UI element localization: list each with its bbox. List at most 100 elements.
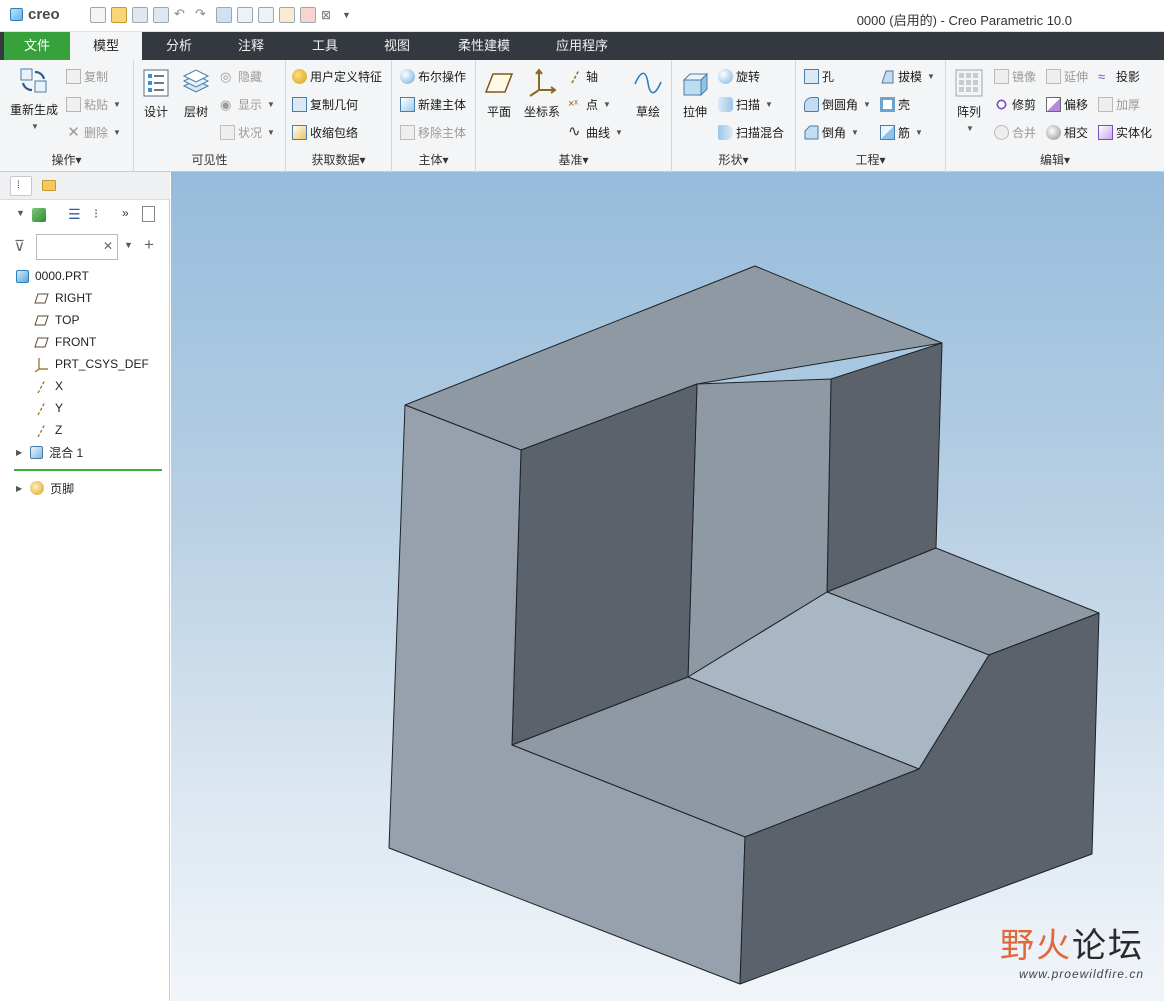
tab-applications[interactable]: 应用程序 xyxy=(542,32,622,60)
windows-icon[interactable] xyxy=(258,7,274,23)
group-shapes-label[interactable]: 形状▾ xyxy=(672,151,795,168)
switch-window-icon[interactable] xyxy=(237,7,253,23)
rib-button[interactable]: 筋 ▼ xyxy=(880,124,923,141)
revolve-button[interactable]: 旋转 xyxy=(718,68,760,85)
trim-button[interactable]: 修剪 xyxy=(994,96,1036,113)
tree-item-right[interactable]: RIGHT xyxy=(34,288,92,308)
draft-button[interactable]: 拔模 ▼ xyxy=(880,68,935,85)
folder-browser-tab[interactable] xyxy=(38,176,60,196)
close-icon[interactable]: ⊠ xyxy=(321,7,337,23)
part-view-icon[interactable] xyxy=(32,208,46,222)
offset-button[interactable]: 偏移 xyxy=(1046,96,1088,113)
copy-button[interactable]: 复制 xyxy=(66,68,108,85)
undo-icon[interactable]: ↶ xyxy=(174,7,190,23)
round-button[interactable]: 倒圆角 ▼ xyxy=(804,96,871,113)
group-engineering-label[interactable]: 工程▾ xyxy=(796,151,945,168)
extrude-button[interactable]: 拉伸 xyxy=(678,68,712,120)
tree-search-input[interactable]: ✕ xyxy=(36,234,118,260)
tab-model[interactable]: 模型 xyxy=(70,32,142,60)
shell-button[interactable]: 壳 xyxy=(880,96,910,113)
copy-icon xyxy=(66,69,81,84)
curve-button[interactable]: ∿ 曲线 ▼ xyxy=(568,124,623,141)
project-icon: ≈ xyxy=(1098,69,1106,84)
regenerate-icon[interactable] xyxy=(216,7,232,23)
hole-button[interactable]: 孔 xyxy=(804,68,834,85)
group-get-data-label[interactable]: 获取数据▾ xyxy=(286,151,391,168)
search-dropdown-icon[interactable]: ▼ xyxy=(124,240,133,250)
tree-item-x[interactable]: X xyxy=(34,376,63,396)
tree-filter-icon[interactable]: ☰ xyxy=(68,206,81,223)
new-icon[interactable] xyxy=(90,7,106,23)
group-datum-label[interactable]: 基准▾ xyxy=(476,151,671,168)
customize-icon[interactable]: ▼ xyxy=(342,7,358,23)
edit-icon[interactable] xyxy=(279,7,295,23)
point-button[interactable]: ×ˣ 点 ▼ xyxy=(568,96,611,113)
more-icon[interactable]: » xyxy=(122,206,129,220)
solidify-button[interactable]: 实体化 xyxy=(1098,124,1152,141)
design-button[interactable]: 设计 xyxy=(140,68,172,120)
new-body-button[interactable]: 新建主体 xyxy=(400,96,466,113)
expand-arrow-icon[interactable]: ▶ xyxy=(16,484,22,493)
tree-columns-icon[interactable]: ⁝ xyxy=(94,206,98,222)
clear-search-icon[interactable]: ✕ xyxy=(103,239,113,253)
group-editing-label[interactable]: 编辑▾ xyxy=(946,151,1164,168)
udf-button[interactable]: 用户定义特征 xyxy=(292,68,382,85)
plane-button[interactable]: 平面 xyxy=(482,68,516,120)
filter-icon[interactable]: ⊽ xyxy=(14,237,25,255)
show-button[interactable]: ◉ 显示 ▼ xyxy=(220,96,275,113)
save-icon[interactable] xyxy=(132,7,148,23)
tab-view[interactable]: 视图 xyxy=(368,32,426,60)
hide-button[interactable]: ◎ 隐藏 xyxy=(220,68,262,85)
tab-flexible-modeling[interactable]: 柔性建模 xyxy=(446,32,522,60)
expand-arrow-icon[interactable]: ▶ xyxy=(16,448,22,457)
thicken-button[interactable]: 加厚 xyxy=(1098,96,1140,113)
tree-item-top[interactable]: TOP xyxy=(34,310,79,330)
model-tree-tab[interactable]: ⁞ xyxy=(10,176,32,196)
group-operations-label[interactable]: 操作▾ xyxy=(0,151,133,168)
tab-analysis[interactable]: 分析 xyxy=(150,32,208,60)
copy-geometry-button[interactable]: 复制几何 xyxy=(292,96,358,113)
tree-item-part[interactable]: 0000.PRT xyxy=(16,266,89,286)
remove-body-button[interactable]: 移除主体 xyxy=(400,124,466,141)
graphics-window[interactable]: 野火论坛 www.proewildfire.cn xyxy=(171,172,1164,1001)
boolean-button[interactable]: 布尔操作 xyxy=(400,68,466,85)
delete-button[interactable]: ✕ 删除 ▼ xyxy=(66,124,121,141)
group-body-label[interactable]: 主体▾ xyxy=(392,151,475,168)
status-button[interactable]: 状况 ▼ xyxy=(220,124,275,141)
tree-item-y[interactable]: Y xyxy=(34,398,63,418)
extend-icon xyxy=(1046,69,1061,84)
redo-icon[interactable]: ↷ xyxy=(195,7,211,23)
paste-button[interactable]: 粘贴 ▼ xyxy=(66,96,121,113)
close-window-icon[interactable] xyxy=(300,7,316,23)
pattern-button[interactable]: 阵列 ▼ xyxy=(952,68,986,134)
merge-button[interactable]: 合并 xyxy=(994,124,1036,141)
project-button[interactable]: ≈ 投影 xyxy=(1098,68,1140,85)
settings-icon[interactable] xyxy=(142,206,155,222)
swept-blend-button[interactable]: 扫描混合 xyxy=(718,124,784,141)
regenerate-button[interactable]: 重新生成 ▼ xyxy=(6,66,62,132)
tab-annotate[interactable]: 注释 xyxy=(222,32,280,60)
tree-item-z[interactable]: Z xyxy=(34,420,62,440)
tree-display-icon[interactable]: ▼ xyxy=(16,208,25,218)
tree-item-blend[interactable]: ▶ 混合 1 xyxy=(16,442,83,462)
intersect-button[interactable]: 相交 xyxy=(1046,124,1088,141)
tree-item-csys[interactable]: PRT_CSYS_DEF xyxy=(34,354,149,374)
insert-indicator[interactable] xyxy=(14,469,162,471)
layer-tree-button[interactable]: 层树 xyxy=(178,68,214,120)
save-copy-icon[interactable] xyxy=(153,7,169,23)
csys-button[interactable]: 坐标系 xyxy=(520,68,564,120)
open-icon[interactable] xyxy=(111,7,127,23)
mirror-button[interactable]: 镜像 xyxy=(994,68,1036,85)
tree-item-footer[interactable]: ▶ 页脚 xyxy=(16,478,74,498)
shrinkwrap-button[interactable]: 收缩包络 xyxy=(292,124,358,141)
add-icon[interactable]: + xyxy=(144,235,154,255)
tab-tools[interactable]: 工具 xyxy=(296,32,354,60)
sweep-button[interactable]: 扫描 ▼ xyxy=(718,96,773,113)
sketch-button[interactable]: 草绘 xyxy=(630,68,666,120)
extend-button[interactable]: 延伸 xyxy=(1046,68,1088,85)
chamfer-button[interactable]: 倒角 ▼ xyxy=(804,124,859,141)
tree-item-front[interactable]: FRONT xyxy=(34,332,96,352)
tab-file[interactable]: 文件 xyxy=(4,32,70,60)
axis-button[interactable]: 轴 xyxy=(568,68,598,85)
part-model-view[interactable] xyxy=(171,172,1164,1001)
